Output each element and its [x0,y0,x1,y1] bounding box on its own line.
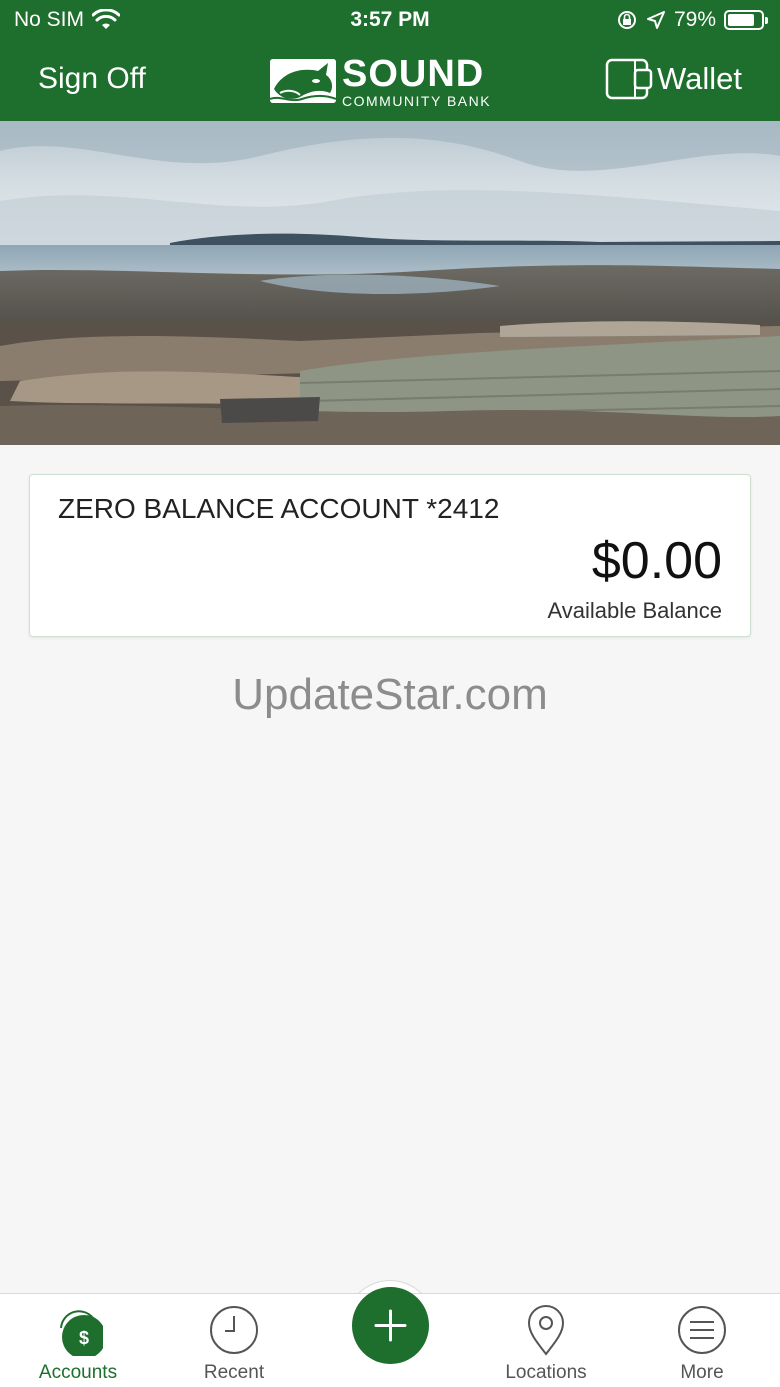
status-right: 79% [616,8,768,32]
orca-logo-icon [270,59,336,103]
logo-text: SOUND COMMUNITY BANK [342,55,491,108]
battery-icon [724,10,768,30]
clock-icon [210,1306,258,1354]
balance-label: Available Balance [547,598,723,623]
location-arrow-icon [646,11,665,29]
logo-sub-text: COMMUNITY BANK [342,92,492,109]
wallet-label: Wallet [657,61,742,96]
tab-locations[interactable]: Locations [468,1294,624,1387]
logo-main-text: SOUND [342,52,485,95]
tab-label-more: More [680,1362,724,1383]
watermark-text: UpdateStar.com [232,670,548,719]
add-button[interactable] [352,1287,429,1364]
sign-off-button[interactable]: Sign Off [38,62,146,96]
status-bar: No SIM 3:57 PM 79% [0,0,780,40]
battery-fill [728,14,754,26]
wallet-button[interactable]: Wallet [605,56,742,102]
top-bar: No SIM 3:57 PM 79% Sign Off SOUND COMMUN… [0,0,780,121]
battery-percent: 79% [673,8,716,31]
account-card[interactable]: ZERO BALANCE ACCOUNT *2412 $0.00 Availab… [29,474,751,637]
tab-label-recent: Recent [203,1362,265,1383]
tab-recent[interactable]: Recent [156,1294,312,1387]
rotation-lock-icon [617,11,636,29]
plus-icon [374,1309,407,1342]
svg-text:$: $ [79,1328,89,1348]
account-balance: $0.00 [591,532,722,590]
tab-label-locations: Locations [505,1362,587,1383]
account-name: ZERO BALANCE ACCOUNT *2412 [58,493,500,524]
bank-logo: SOUND COMMUNITY BANK [270,55,515,108]
menu-icon [678,1306,726,1354]
tab-label-accounts: Accounts [38,1362,118,1383]
dollar-icon: $ [60,1310,103,1356]
hero-beach-image [0,121,780,445]
wallet-icon [605,58,653,100]
nav-row: Sign Off SOUND COMMUNITY BANK Wallet [0,48,780,112]
tab-more[interactable]: More [624,1294,780,1387]
tab-accounts[interactable]: $ Accounts [0,1294,156,1387]
map-pin-icon [527,1305,565,1356]
